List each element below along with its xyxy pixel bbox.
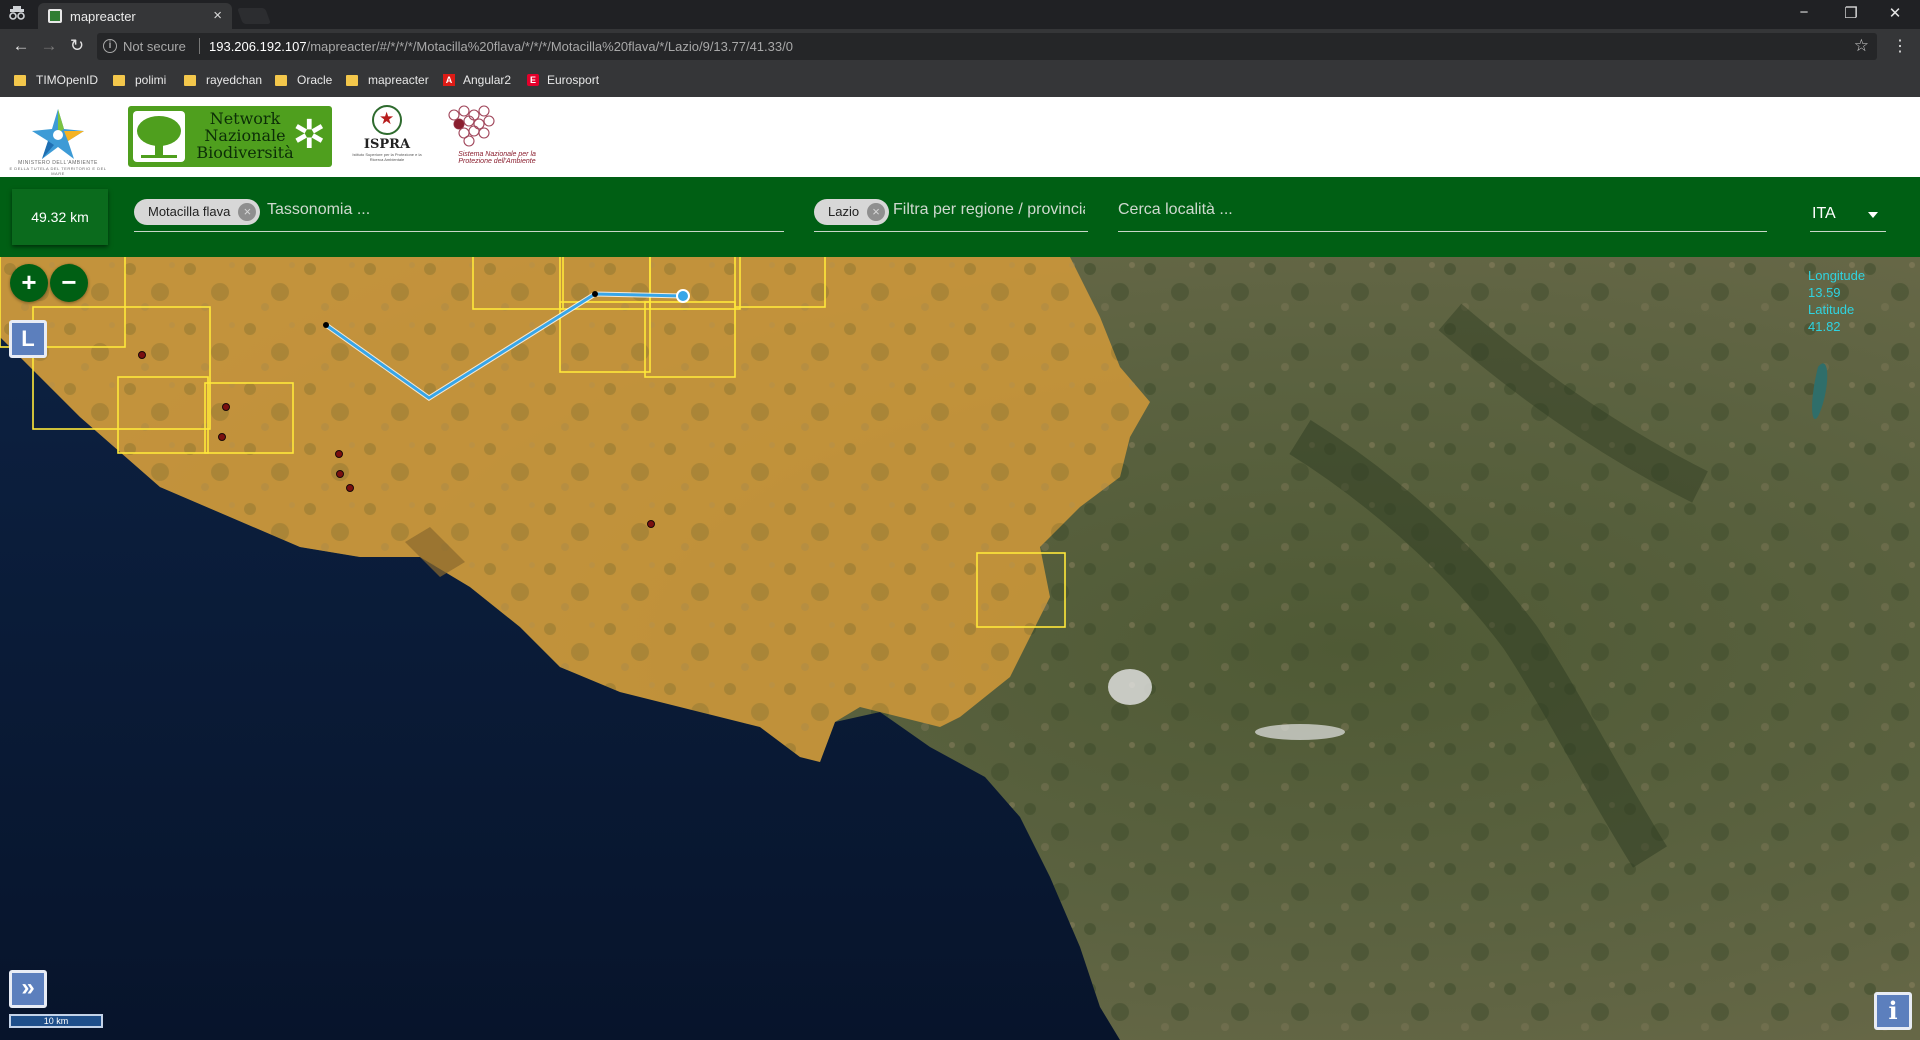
nnb-logo[interactable]: Network Nazionale Biodiversità ✲	[128, 106, 332, 167]
bookmark-label: Eurosport	[547, 73, 600, 87]
angular-icon: A	[443, 74, 455, 86]
folder-icon	[14, 74, 26, 86]
back-icon[interactable]: ←	[10, 35, 32, 57]
restore-icon[interactable]: ❐	[1836, 4, 1866, 22]
bookmark-label: TIMOpenID	[36, 73, 99, 87]
browser-toolbar: ← → ↻ i Not secure 193.206.192.107/mapre…	[0, 29, 1920, 65]
bookmark-item[interactable]: rayedchan	[184, 73, 262, 87]
eurosport-icon: E	[527, 74, 539, 86]
tree-icon	[133, 111, 185, 162]
remove-chip-icon[interactable]: ×	[867, 203, 886, 221]
reload-icon[interactable]: ↻	[66, 35, 88, 57]
url-host: 193.206.192.107	[209, 39, 307, 54]
bookmark-label: rayedchan	[206, 73, 263, 87]
tab-title: mapreacter	[70, 9, 136, 24]
layers-button[interactable]: L	[9, 320, 47, 358]
browser-tab[interactable]: mapreacter ×	[38, 3, 232, 29]
address-separator	[199, 38, 200, 54]
distance-measure-badge[interactable]: 49.32 km	[12, 189, 108, 245]
ispra-logo[interactable]: ISPRA Istituto Superiore per la Protezio…	[352, 105, 422, 169]
zoom-in-button[interactable]: +	[10, 264, 48, 302]
bookmark-label: mapreacter	[368, 73, 429, 87]
forward-icon[interactable]: →	[38, 35, 60, 57]
tab-close-icon[interactable]: ×	[213, 7, 222, 24]
map-base-layer	[0, 257, 1920, 1040]
ministry-logo-text: MINISTERO DELL'AMBIENTE E DELLA TUTELA DE…	[8, 160, 108, 176]
browser-titlebar: mapreacter × − ❐ ✕	[0, 0, 1920, 29]
remove-chip-icon[interactable]: ×	[238, 203, 257, 221]
language-select[interactable]: ITA	[1810, 197, 1886, 232]
zoom-out-button[interactable]: −	[50, 264, 88, 302]
bookmark-label: polimi	[135, 73, 167, 87]
bookmark-star-icon[interactable]: ☆	[1854, 36, 1869, 56]
favicon-icon	[48, 9, 62, 23]
app-header: MINISTERO DELL'AMBIENTE E DELLA TUTELA DE…	[0, 97, 1920, 177]
minimize-icon[interactable]: −	[1789, 4, 1819, 21]
nnb-logo-text: Network Nazionale Biodiversità	[196, 109, 294, 162]
region-chip-label: Lazio	[828, 204, 860, 219]
chevron-down-icon	[1868, 212, 1878, 218]
ispra-logo-text: ISPRA	[363, 137, 411, 152]
security-label[interactable]: Not secure	[123, 39, 186, 54]
address-bar[interactable]: i Not secure 193.206.192.107/mapreacter/…	[97, 33, 1877, 60]
locality-field[interactable]	[1118, 197, 1767, 232]
taxonomy-chip-label: Motacilla flava	[148, 204, 231, 219]
incognito-icon	[8, 6, 26, 22]
longitude-value: 13.59	[1808, 285, 1841, 300]
region-input[interactable]	[893, 201, 1085, 219]
bookmark-label: Oracle	[297, 73, 333, 87]
latitude-label: Latitude	[1808, 302, 1855, 317]
bookmark-label: Angular2	[463, 73, 512, 87]
locality-search-input[interactable]	[1118, 201, 1758, 219]
taxonomy-field[interactable]: Motacilla flava ×	[134, 197, 784, 232]
snpa-logo-text: Sistema Nazionale per la Protezione dell…	[458, 151, 536, 165]
folder-icon	[346, 74, 358, 86]
folder-icon	[113, 74, 125, 86]
map-canvas[interactable]: + − L Longitude 13.59 Latitude 41.82 » 1…	[0, 257, 1920, 1040]
bookmark-item[interactable]: E Eurosport	[527, 73, 599, 87]
filter-bar: 49.32 km Motacilla flava × Lazio × ITA	[0, 177, 1920, 257]
browser-menu-icon[interactable]: ⋮	[1892, 36, 1908, 56]
palm-icon: ✲	[292, 113, 326, 157]
url-text[interactable]: 193.206.192.107/mapreacter/#/*/*/*/Motac…	[209, 39, 793, 54]
latitude-value: 41.82	[1808, 319, 1841, 334]
new-tab-button[interactable]	[237, 8, 271, 24]
info-button[interactable]: i	[1874, 992, 1912, 1030]
ministry-logo-subtitle: E DELLA TUTELA DEL TERRITORIO E DEL MARE	[9, 166, 107, 176]
close-window-icon[interactable]: ✕	[1880, 4, 1910, 22]
ispra-logo-subtext: Istituto Superiore per la Protezione e l…	[352, 152, 422, 162]
info-icon[interactable]: i	[103, 39, 117, 53]
folder-icon	[275, 74, 287, 86]
republic-emblem-icon	[372, 105, 402, 135]
taxonomy-chip[interactable]: Motacilla flava ×	[134, 199, 261, 225]
taxonomy-input[interactable]	[267, 201, 777, 219]
mouse-coordinates: Longitude 13.59 Latitude 41.82	[1808, 267, 1908, 335]
folder-icon	[184, 74, 196, 86]
region-field[interactable]: Lazio ×	[814, 197, 1088, 232]
bookmark-item[interactable]: mapreacter	[346, 73, 429, 87]
url-path: /mapreacter/#/*/*/*/Motacilla%20flava/*/…	[306, 39, 793, 54]
bookmark-item[interactable]: A Angular2	[443, 73, 511, 87]
bookmark-item[interactable]: TIMOpenID	[14, 73, 98, 87]
bookmark-item[interactable]: Oracle	[275, 73, 332, 87]
region-chip[interactable]: Lazio ×	[814, 199, 890, 225]
longitude-label: Longitude	[1808, 268, 1866, 283]
bookmark-item[interactable]: polimi	[113, 73, 166, 87]
scale-bar: 10 km	[9, 1014, 103, 1028]
language-value: ITA	[1812, 205, 1836, 222]
expand-panel-button[interactable]: »	[9, 970, 47, 1008]
bookmarks-bar: TIMOpenID polimi rayedchan Oracle maprea…	[0, 65, 1920, 97]
